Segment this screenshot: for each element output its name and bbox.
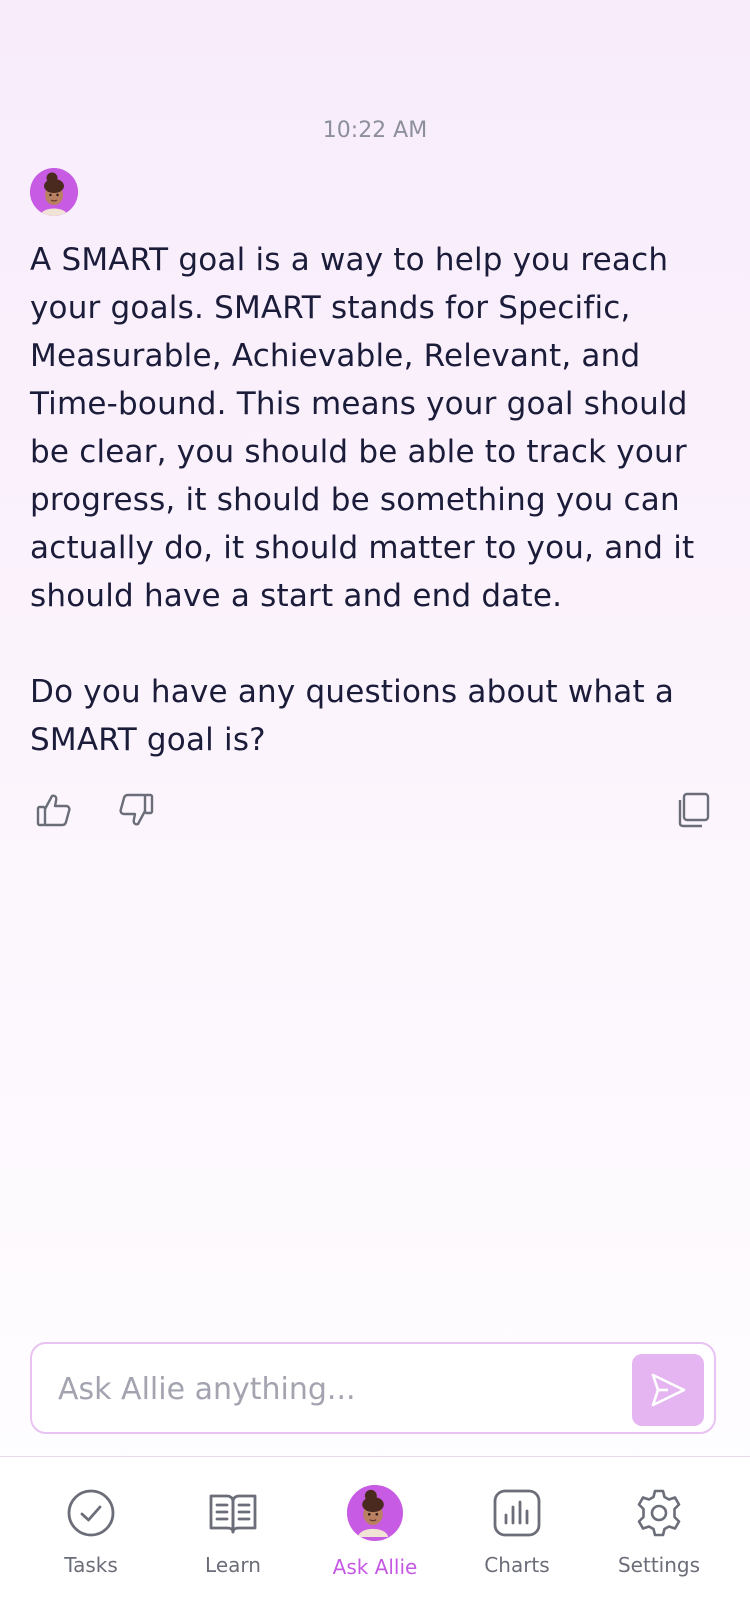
tab-label: Charts	[484, 1553, 550, 1577]
message-actions	[34, 790, 714, 830]
send-icon	[651, 1373, 686, 1407]
bottom-tab-bar: Tasks Learn Ask Allie Charts Settings	[0, 1457, 750, 1624]
tab-learn[interactable]: Learn	[162, 1487, 304, 1577]
tab-label: Ask Allie	[332, 1555, 418, 1579]
thumbs-down-icon[interactable]	[116, 790, 156, 830]
copy-icon[interactable]	[672, 790, 712, 830]
gear-icon	[633, 1487, 685, 1539]
tab-label: Learn	[205, 1553, 261, 1577]
check-circle-icon	[65, 1487, 117, 1539]
tab-charts[interactable]: Charts	[446, 1487, 588, 1577]
message-paragraph: A SMART goal is a way to help you reach …	[30, 242, 695, 614]
bar-chart-icon	[491, 1487, 543, 1539]
tab-label: Settings	[617, 1553, 701, 1577]
allie-avatar-icon	[347, 1485, 403, 1541]
tab-label: Tasks	[64, 1553, 118, 1577]
send-button[interactable]	[632, 1354, 704, 1426]
tab-tasks[interactable]: Tasks	[20, 1487, 162, 1577]
allie-avatar	[30, 168, 78, 216]
thumbs-up-icon[interactable]	[34, 790, 74, 830]
message-timestamp: 10:22 AM	[322, 118, 428, 143]
assistant-message: A SMART goal is a way to help you reach …	[30, 236, 730, 764]
tab-settings[interactable]: Settings	[588, 1487, 730, 1577]
book-icon	[207, 1487, 259, 1539]
tab-ask-allie[interactable]: Ask Allie	[304, 1485, 446, 1579]
message-paragraph: Do you have any questions about what a S…	[30, 674, 675, 758]
ask-input[interactable]	[56, 1360, 620, 1418]
chat-composer	[30, 1342, 716, 1434]
